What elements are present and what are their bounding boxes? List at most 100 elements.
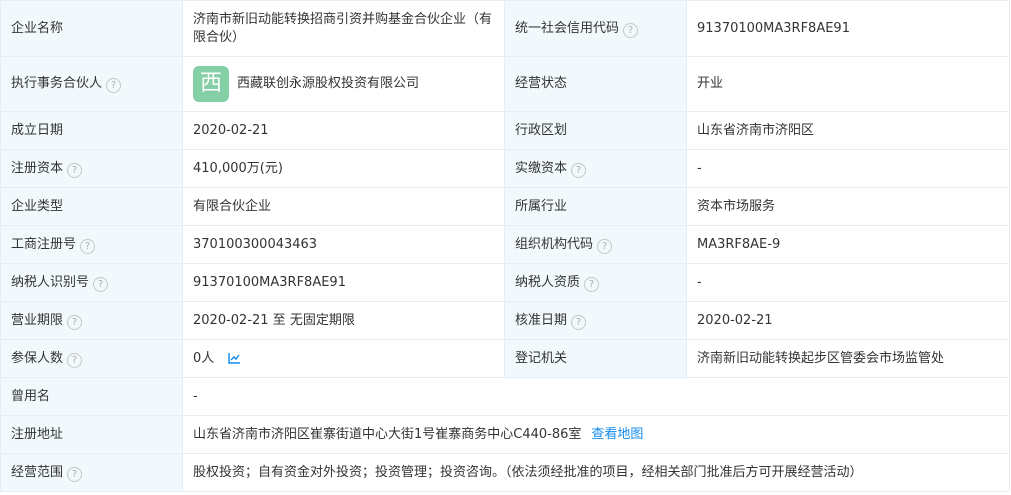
table-row: 成立日期 2020-02-21 行政区划 山东省济南市济阳区 xyxy=(0,111,1010,150)
value-text: 资本市场服务 xyxy=(697,198,776,214)
label-text: 曾用名 xyxy=(11,388,51,404)
value-text: 370100300043463 xyxy=(193,236,318,252)
label-registration-authority: 登记机关 xyxy=(504,339,687,378)
label-text: 核准日期 xyxy=(515,312,568,328)
value-text: 有限合伙企业 xyxy=(193,198,272,214)
table-row: 营业期限? 2020-02-21 至 无固定期限 核准日期? 2020-02-2… xyxy=(0,301,1010,340)
label-company-name: 企业名称 xyxy=(0,0,183,57)
question-circle-icon[interactable]: ? xyxy=(571,162,587,178)
label-managing-partner: 执行事务合伙人? xyxy=(0,56,183,112)
label-text: 参保人数 xyxy=(11,350,64,366)
table-row: 企业名称 济南市新旧动能转换招商引资并购基金合伙企业（有限合伙） 统一社会信用代… xyxy=(0,0,1010,57)
question-circle-icon[interactable]: ? xyxy=(67,162,83,178)
value-registration-authority: 济南新旧动能转换起步区管委会市场监管处 xyxy=(686,339,1010,378)
label-text: 企业名称 xyxy=(11,20,64,36)
label-text: 纳税人识别号 xyxy=(11,274,90,290)
value-text: MA3RF8AE-9 xyxy=(697,236,781,252)
table-row: 经营范围? 股权投资；自有资金对外投资；投资管理；投资咨询。（依法须经批准的项目… xyxy=(0,453,1010,492)
value-text: 91370100MA3RF8AE91 xyxy=(193,274,346,290)
value-company-name: 济南市新旧动能转换招商引资并购基金合伙企业（有限合伙） xyxy=(182,0,505,57)
label-registration-number: 工商注册号? xyxy=(0,225,183,264)
label-taxpayer-id: 纳税人识别号? xyxy=(0,263,183,302)
table-row: 工商注册号? 370100300043463 组织机构代码? MA3RF8AE-… xyxy=(0,225,1010,264)
value-credit-code: 91370100MA3RF8AE91 xyxy=(686,0,1010,57)
value-approval-date: 2020-02-21 xyxy=(686,301,1010,340)
value-org-code: MA3RF8AE-9 xyxy=(686,225,1010,264)
value-registered-capital: 410,000万(元) xyxy=(182,149,505,188)
question-circle-icon[interactable]: ? xyxy=(93,276,109,292)
label-approval-date: 核准日期? xyxy=(504,301,687,340)
value-text: - xyxy=(697,160,702,176)
label-text: 纳税人资质 xyxy=(515,274,581,290)
value-registration-number: 370100300043463 xyxy=(182,225,505,264)
table-row: 曾用名 - xyxy=(0,377,1010,416)
value-business-scope: 股权投资；自有资金对外投资；投资管理；投资咨询。（依法须经批准的项目，经相关部门… xyxy=(182,453,1010,492)
label-text: 行政区划 xyxy=(515,122,568,138)
value-company-type: 有限合伙企业 xyxy=(182,187,505,226)
managing-partner-link[interactable]: 西藏联创永源股权投资有限公司 xyxy=(237,75,419,93)
label-text: 营业期限 xyxy=(11,312,64,328)
label-text: 组织机构代码 xyxy=(515,236,594,252)
value-text: - xyxy=(697,274,702,290)
value-text: 410,000万(元) xyxy=(193,160,283,176)
value-registered-address: 山东省济南市济阳区崔寨街道中心大街1号崔寨商务中心C440-86室 查看地图 xyxy=(182,415,1010,454)
value-taxpayer-id: 91370100MA3RF8AE91 xyxy=(182,263,505,302)
label-text: 所属行业 xyxy=(515,198,568,214)
label-org-code: 组织机构代码? xyxy=(504,225,687,264)
label-taxpayer-qualification: 纳税人资质? xyxy=(504,263,687,302)
label-text: 工商注册号 xyxy=(11,236,77,252)
label-founding-date: 成立日期 xyxy=(0,111,183,150)
value-admin-region: 山东省济南市济阳区 xyxy=(686,111,1010,150)
value-text: 0人 xyxy=(193,350,215,366)
value-text: 2020-02-21 xyxy=(193,122,269,138)
value-business-status: 开业 xyxy=(686,56,1010,112)
value-text: 2020-02-21 xyxy=(697,312,773,328)
label-business-scope: 经营范围? xyxy=(0,453,183,492)
table-row: 注册地址 山东省济南市济阳区崔寨街道中心大街1号崔寨商务中心C440-86室 查看… xyxy=(0,415,1010,454)
table-row: 纳税人识别号? 91370100MA3RF8AE91 纳税人资质? - xyxy=(0,263,1010,302)
label-industry: 所属行业 xyxy=(504,187,687,226)
label-text: 统一社会信用代码 xyxy=(515,20,620,36)
question-circle-icon[interactable]: ? xyxy=(571,314,587,330)
label-text: 执行事务合伙人 xyxy=(11,76,103,91)
question-circle-icon[interactable]: ? xyxy=(106,78,122,93)
question-circle-icon[interactable]: ? xyxy=(623,22,639,38)
value-business-term: 2020-02-21 至 无固定期限 xyxy=(182,301,505,340)
label-admin-region: 行政区划 xyxy=(504,111,687,150)
value-insured-count: 0人 xyxy=(182,339,505,378)
table-row: 执行事务合伙人? 西 西藏联创永源股权投资有限公司 经营状态 开业 xyxy=(0,56,1010,112)
view-map-link[interactable]: 查看地图 xyxy=(591,427,643,442)
value-industry: 资本市场服务 xyxy=(686,187,1010,226)
value-text: 山东省济南市济阳区崔寨街道中心大街1号崔寨商务中心C440-86室 xyxy=(193,426,582,442)
label-registered-address: 注册地址 xyxy=(0,415,183,454)
value-text: 2020-02-21 至 无固定期限 xyxy=(193,312,355,328)
question-circle-icon[interactable]: ? xyxy=(67,352,83,368)
question-circle-icon[interactable]: ? xyxy=(80,238,96,254)
label-insured-count: 参保人数? xyxy=(0,339,183,378)
table-row: 参保人数? 0人 登记机关 济南新旧动能转换起步区管委会市场监管处 xyxy=(0,339,1010,378)
label-business-term: 营业期限? xyxy=(0,301,183,340)
table-row: 注册资本? 410,000万(元) 实缴资本? - xyxy=(0,149,1010,188)
value-paid-capital: - xyxy=(686,149,1010,188)
value-text: 股权投资；自有资金对外投资；投资管理；投资咨询。（依法须经批准的项目，经相关部门… xyxy=(193,464,863,480)
label-text: 经营状态 xyxy=(515,76,568,91)
value-former-name: - xyxy=(182,377,1010,416)
question-circle-icon[interactable]: ? xyxy=(67,314,83,330)
company-logo[interactable]: 西 xyxy=(193,66,229,102)
question-circle-icon[interactable]: ? xyxy=(597,238,613,254)
line-chart-icon[interactable] xyxy=(228,352,241,364)
label-text: 成立日期 xyxy=(11,122,64,138)
value-text: 济南市新旧动能转换招商引资并购基金合伙企业（有限合伙） xyxy=(193,11,493,45)
question-circle-icon[interactable]: ? xyxy=(584,276,600,292)
business-info-table: 企业名称 济南市新旧动能转换招商引资并购基金合伙企业（有限合伙） 统一社会信用代… xyxy=(0,0,1010,492)
value-taxpayer-qualification: - xyxy=(686,263,1010,302)
table-row: 企业类型 有限合伙企业 所属行业 资本市场服务 xyxy=(0,187,1010,226)
value-text: 山东省济南市济阳区 xyxy=(697,122,815,138)
label-text: 登记机关 xyxy=(515,350,568,366)
label-credit-code: 统一社会信用代码? xyxy=(504,0,687,57)
label-former-name: 曾用名 xyxy=(0,377,183,416)
question-circle-icon[interactable]: ? xyxy=(67,466,83,482)
label-text: 注册资本 xyxy=(11,160,64,176)
label-text: 经营范围 xyxy=(11,464,64,480)
value-text: 91370100MA3RF8AE91 xyxy=(697,20,850,36)
